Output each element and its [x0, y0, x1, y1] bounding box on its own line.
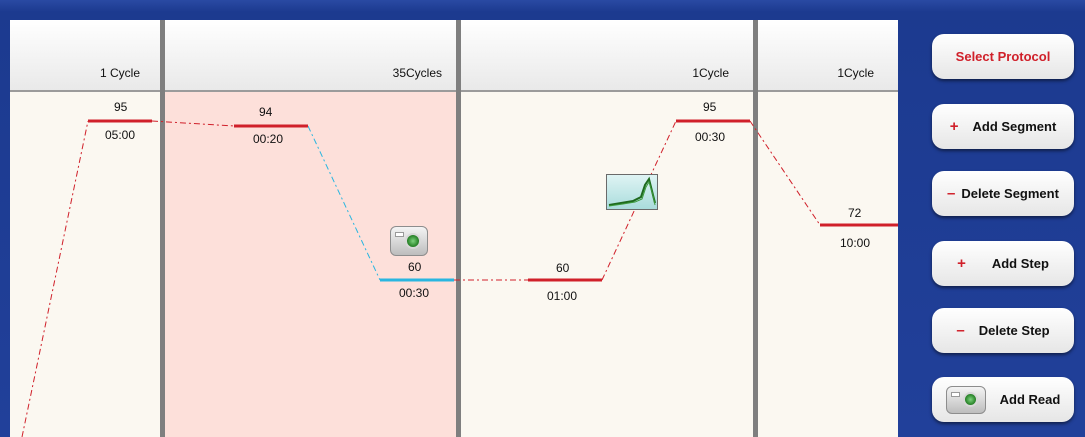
select-protocol-button[interactable]: Select Protocol [932, 34, 1074, 79]
delete-step-label: Delete Step [978, 323, 1050, 338]
plus-icon: + [949, 118, 959, 135]
step-2-time[interactable]: 00:20 [253, 132, 283, 146]
add-segment-label: Add Segment [972, 119, 1057, 134]
temperature-profile [21, 119, 898, 437]
add-step-label: Add Step [991, 256, 1049, 271]
ramp-line [307, 125, 381, 281]
add-segment-button[interactable]: + Add Segment [932, 104, 1074, 149]
step-3-temp[interactable]: 60 [408, 260, 421, 274]
step-6-temp[interactable]: 72 [848, 206, 861, 220]
camera-icon [945, 385, 986, 414]
melt-curve-icon[interactable] [606, 174, 658, 210]
camera-lens [962, 391, 978, 407]
delete-segment-label: Delete Segment [961, 186, 1059, 201]
ramp-line [151, 120, 235, 127]
melt-curve-graphic [608, 176, 656, 207]
ramp-line [21, 120, 89, 437]
delete-step-button[interactable]: – Delete Step [932, 308, 1074, 353]
camera-flash [395, 232, 404, 237]
add-read-button[interactable]: Add Read [932, 377, 1074, 422]
camera-flash [950, 391, 960, 397]
ramp-line [749, 120, 821, 226]
plus-icon: + [957, 255, 966, 272]
step-3-time[interactable]: 00:30 [399, 286, 429, 300]
step-5-temp[interactable]: 95 [703, 100, 716, 114]
step-1-temp[interactable]: 95 [114, 100, 127, 114]
add-step-button[interactable]: + Add Step [932, 241, 1074, 286]
camera-icon[interactable] [390, 226, 428, 256]
minus-icon: – [947, 185, 956, 202]
step-1-time[interactable]: 05:00 [105, 128, 135, 142]
add-read-label: Add Read [999, 392, 1061, 407]
step-6-time[interactable]: 10:00 [840, 236, 870, 250]
camera-lens [405, 233, 421, 249]
step-5-time[interactable]: 00:30 [695, 130, 725, 144]
select-protocol-label: Select Protocol [955, 49, 1051, 64]
protocol-editor: 1 Cycle 35Cycles 1Cycle 1Cycle 95 05:00 … [10, 20, 898, 437]
step-4-temp[interactable]: 60 [556, 261, 569, 275]
step-4-time[interactable]: 01:00 [547, 289, 577, 303]
step-2-temp[interactable]: 94 [259, 105, 272, 119]
minus-icon: – [956, 322, 965, 339]
delete-segment-button[interactable]: – Delete Segment [932, 171, 1074, 216]
